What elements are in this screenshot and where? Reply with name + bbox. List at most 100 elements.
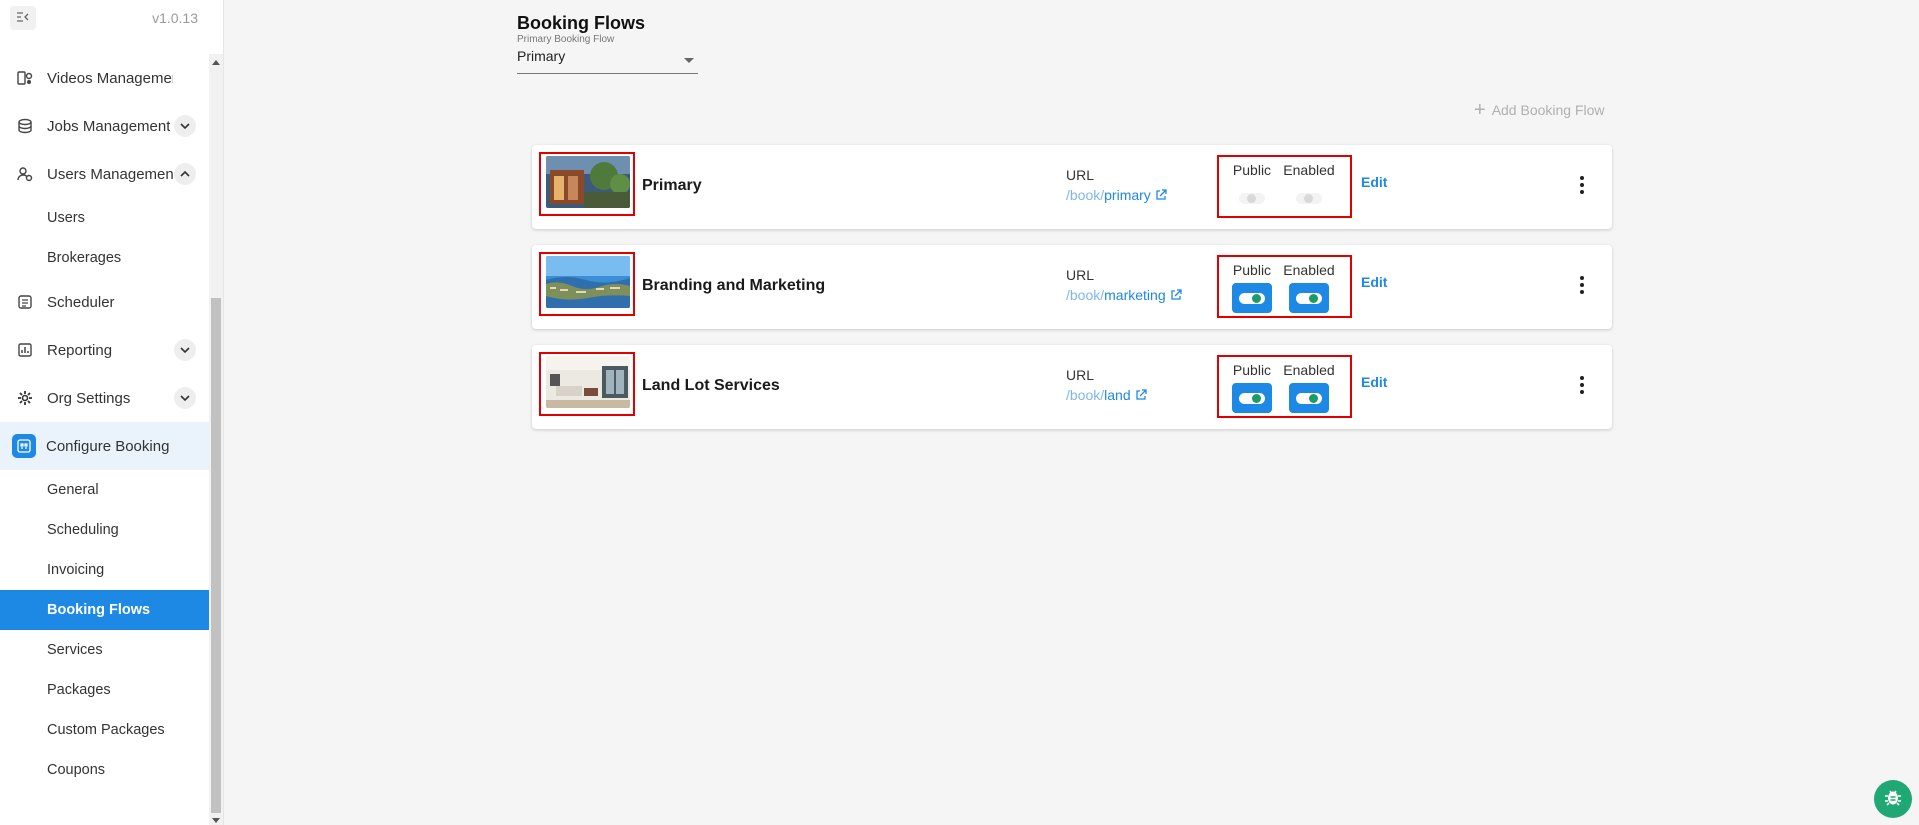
public-toggle[interactable] [1232, 183, 1272, 213]
sidebar-item-reporting[interactable]: Reporting [0, 326, 210, 374]
url-prefix: /book/ [1066, 287, 1105, 303]
scroll-down-arrow[interactable] [212, 818, 220, 823]
url-slug: land [1104, 387, 1131, 403]
booking-flow-card: Primary URL /book/primary Public Enabled… [532, 145, 1612, 229]
chevron-down-icon[interactable] [174, 115, 196, 137]
flow-url-link[interactable]: /book/primary [1066, 187, 1167, 203]
sidebar-item-videos-management[interactable]: Videos Management [0, 54, 210, 102]
flow-url-link[interactable]: /book/marketing [1066, 287, 1182, 303]
sidebar-nav: Videos Management Jobs Management Users … [0, 54, 210, 790]
edit-button[interactable]: Edit [1361, 274, 1387, 290]
scheduler-icon [16, 293, 34, 311]
sidebar-item-label: Org Settings [47, 389, 131, 407]
sidebar-item-org-settings[interactable]: Org Settings [0, 374, 210, 422]
sidebar-subitem-coupons[interactable]: Coupons [0, 750, 210, 790]
sidebar-subitem-custom-packages[interactable]: Custom Packages [0, 710, 210, 750]
chevron-down-icon[interactable] [174, 339, 196, 361]
bug-icon [1884, 787, 1902, 812]
sidebar: v1.0.13 Videos Management Jobs Managemen… [0, 0, 224, 825]
scrollbar-thumb[interactable] [211, 298, 221, 813]
url-title: URL [1066, 367, 1095, 383]
scroll-up-arrow[interactable] [212, 60, 220, 65]
sidebar-scrollbar[interactable] [209, 54, 223, 825]
flow-thumbnail[interactable] [539, 152, 635, 216]
url-title: URL [1066, 267, 1095, 283]
edit-button[interactable]: Edit [1361, 174, 1387, 190]
sidebar-subitem-services[interactable]: Services [0, 630, 210, 670]
enabled-toggle[interactable] [1289, 283, 1329, 313]
harbour-photo-icon [546, 256, 630, 308]
sidebar-item-label: Configure Booking [46, 437, 170, 455]
bug-report-button[interactable] [1874, 780, 1912, 818]
collapse-icon [16, 11, 30, 26]
page-title: Booking Flows [517, 13, 645, 33]
public-label: Public [1232, 162, 1272, 178]
sidebar-item-label: Users Management [47, 165, 173, 183]
flow-thumbnail[interactable] [539, 352, 635, 416]
sidebar-item-configure-booking[interactable]: Configure Booking [0, 422, 210, 470]
enabled-label: Enabled [1283, 362, 1335, 378]
sidebar-item-label: Reporting [47, 341, 113, 359]
public-toggle-group: Public [1230, 262, 1274, 313]
booking-flow-card: Land Lot Services URL /book/land Public … [532, 345, 1612, 429]
public-toggle[interactable] [1232, 283, 1272, 313]
add-booking-flow-button[interactable]: + Add Booking Flow [1474, 100, 1605, 120]
plus-icon: + [1474, 99, 1486, 121]
chevron-up-icon[interactable] [174, 163, 196, 185]
url-slug: marketing [1104, 287, 1166, 303]
more-options-icon[interactable] [1566, 269, 1598, 301]
sidebar-subitem-scheduling[interactable]: Scheduling [0, 510, 210, 550]
select-label: Primary Booking Flow [517, 34, 615, 45]
sidebar-item-label: Videos Management [47, 69, 173, 87]
enabled-toggle[interactable] [1289, 383, 1329, 413]
house-photo-icon [546, 156, 630, 208]
more-options-icon[interactable] [1566, 169, 1598, 201]
url-prefix: /book/ [1066, 187, 1105, 203]
flow-toggles: Public Enabled [1217, 355, 1352, 418]
flow-name: Primary [642, 177, 702, 194]
primary-booking-flow-select[interactable]: Primary Booking Flow Primary [517, 34, 698, 74]
flow-url: URL /book/marketing [1066, 267, 1182, 303]
url-prefix: /book/ [1066, 387, 1105, 403]
more-options-icon[interactable] [1566, 369, 1598, 401]
sidebar-item-label: Scheduler [47, 293, 115, 311]
sidebar-item-users-management[interactable]: Users Management [0, 150, 210, 198]
sidebar-item-jobs-management[interactable]: Jobs Management [0, 102, 210, 150]
sidebar-item-scheduler[interactable]: Scheduler [0, 278, 210, 326]
caret-down-icon [684, 58, 694, 63]
gear-icon [16, 389, 34, 407]
jobs-icon [16, 117, 34, 135]
external-link-icon [1170, 289, 1182, 301]
chevron-down-icon[interactable] [174, 387, 196, 409]
flow-toggles: Public Enabled [1217, 155, 1352, 218]
sidebar-subitem-general[interactable]: General [0, 470, 210, 510]
flow-url: URL /book/primary [1066, 167, 1167, 203]
external-link-icon [1155, 189, 1167, 201]
sidebar-subitem-packages[interactable]: Packages [0, 670, 210, 710]
external-link-icon [1135, 389, 1147, 401]
enabled-label: Enabled [1283, 162, 1335, 178]
sidebar-header: v1.0.13 [0, 0, 223, 36]
flow-name: Land Lot Services [642, 377, 780, 394]
edit-button[interactable]: Edit [1361, 374, 1387, 390]
select-value: Primary [517, 48, 566, 64]
public-toggle-group: Public [1230, 362, 1274, 413]
enabled-label: Enabled [1283, 262, 1335, 278]
sidebar-item-label: Jobs Management [47, 117, 171, 135]
public-toggle[interactable] [1232, 383, 1272, 413]
sidebar-subitem-users[interactable]: Users [0, 198, 210, 238]
enabled-toggle[interactable] [1289, 183, 1329, 213]
video-icon [16, 69, 34, 87]
interior-photo-icon [546, 356, 630, 408]
enabled-toggle-group: Enabled [1281, 162, 1337, 213]
collapse-sidebar-button[interactable] [10, 6, 36, 30]
flow-thumbnail[interactable] [539, 252, 635, 316]
sidebar-subitem-brokerages[interactable]: Brokerages [0, 238, 210, 278]
public-label: Public [1232, 262, 1272, 278]
flow-name: Branding and Marketing [642, 277, 826, 294]
url-slug: primary [1104, 187, 1151, 203]
flow-url-link[interactable]: /book/land [1066, 387, 1147, 403]
flow-url: URL /book/land [1066, 367, 1147, 403]
sidebar-subitem-invoicing[interactable]: Invoicing [0, 550, 210, 590]
sidebar-subitem-booking-flows[interactable]: Booking Flows [0, 590, 210, 630]
